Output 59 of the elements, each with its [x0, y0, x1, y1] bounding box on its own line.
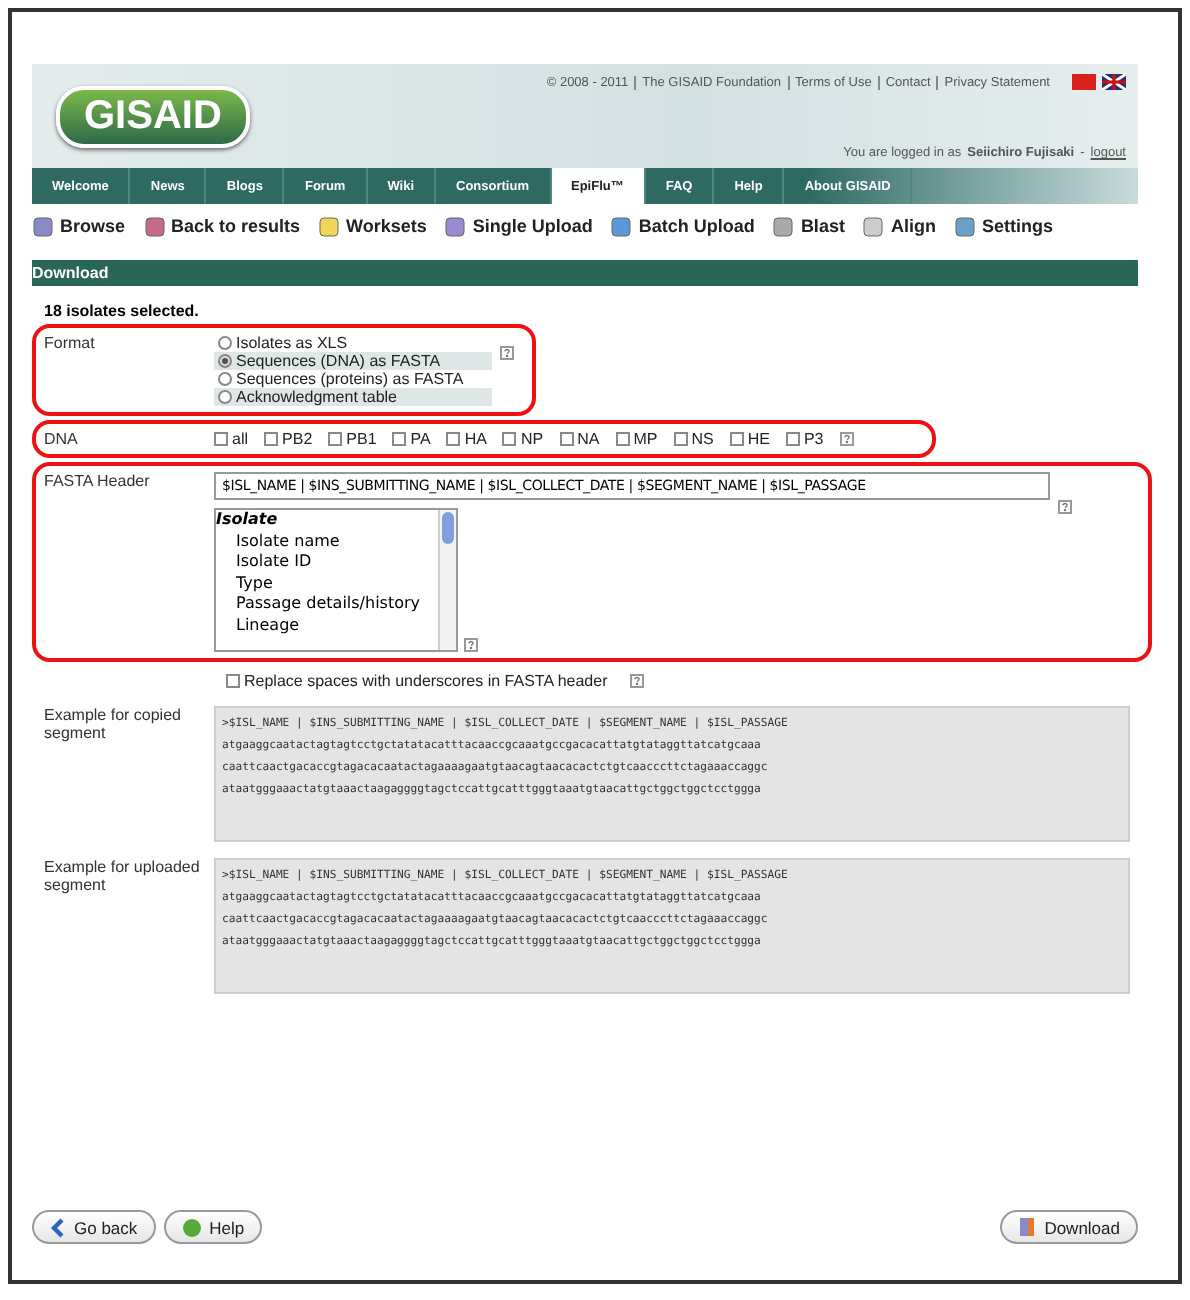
segment-checkbox[interactable]: all — [214, 430, 249, 448]
segment-checkbox[interactable]: HA — [446, 430, 487, 448]
segment-checkbox[interactable]: PB1 — [328, 430, 377, 448]
toolbar-icon — [953, 215, 976, 237]
help-button[interactable]: Help — [163, 1210, 263, 1244]
toolbar-icon — [610, 215, 633, 237]
selection-count: 18 isolates selected. — [44, 302, 201, 320]
download-icon — [1018, 1216, 1037, 1238]
list-item[interactable]: Isolate ID — [216, 552, 438, 573]
segment-checkbox[interactable]: NP — [502, 430, 544, 448]
segment-checkbox[interactable]: PA — [392, 430, 431, 448]
radio-option[interactable]: Isolates as XLS — [214, 334, 492, 352]
help-icon[interactable] — [1058, 500, 1072, 514]
toolbar-icon — [772, 215, 795, 237]
list-item[interactable]: Lineage — [216, 615, 438, 636]
download-button[interactable]: Download — [1000, 1210, 1138, 1244]
list-item[interactable]: Type — [216, 573, 438, 594]
toolbar-item[interactable]: Blast — [772, 215, 845, 237]
back-button[interactable]: Go back — [32, 1210, 156, 1244]
field-label: Example for uploaded segment — [44, 858, 202, 898]
toolbar-icon — [444, 215, 467, 237]
list-item[interactable]: Passage details/history — [216, 594, 438, 615]
help-icon — [181, 1217, 202, 1237]
section-title: Download — [32, 260, 1138, 286]
chevron-left-icon — [50, 1217, 66, 1237]
segment-checkbox[interactable]: MP — [615, 430, 658, 448]
toolbar-item[interactable]: Align — [862, 215, 936, 237]
segment-checkbox[interactable]: HE — [729, 430, 770, 448]
radio-option[interactable]: Sequences (DNA) as FASTA — [214, 352, 492, 370]
logo[interactable]: GISAID — [56, 85, 250, 147]
toolbar-icon — [318, 215, 341, 237]
radio-option[interactable]: Acknowledgment table — [214, 388, 492, 406]
toolbar-icon — [32, 215, 54, 237]
toolbar-icon — [862, 215, 885, 237]
help-icon[interactable] — [500, 346, 514, 360]
list-item[interactable]: Isolate name — [216, 531, 438, 552]
segment-checkbox[interactable]: P3 — [785, 430, 824, 448]
segment-checkbox[interactable]: NA — [559, 430, 600, 448]
field-label: DNA — [44, 430, 80, 448]
replace-spaces-checkbox[interactable]: Replace spaces with underscores in FASTA header — [226, 672, 608, 690]
segment-checkbox[interactable]: NS — [673, 430, 714, 448]
radio-option[interactable]: Sequences (proteins) as FASTA — [214, 370, 492, 388]
toolbar-item[interactable]: Back to results — [143, 215, 301, 237]
toolbar-item[interactable]: Single Upload — [444, 215, 593, 237]
help-icon[interactable] — [629, 674, 644, 688]
field-label: Example for copied segment — [44, 706, 183, 746]
list-box[interactable]: Isolate Isolate name Isolate ID Type Passage details/history Lineage — [214, 508, 458, 652]
flag-icon[interactable] — [1102, 74, 1126, 90]
toolbar-item[interactable]: Browse — [32, 215, 126, 237]
toolbar-item[interactable]: Batch Upload — [610, 215, 755, 237]
help-icon[interactable] — [464, 638, 478, 652]
help-icon[interactable] — [839, 432, 854, 446]
toolbar-item[interactable]: Settings — [953, 215, 1053, 237]
field-label: Format — [44, 334, 97, 356]
toolbar-icon — [143, 215, 166, 237]
field-label: FASTA Header — [44, 472, 152, 494]
list-group-header: Isolate — [216, 510, 280, 531]
segment-checkbox[interactable]: PB2 — [264, 430, 313, 448]
toolbar-item[interactable]: Worksets — [318, 215, 427, 237]
